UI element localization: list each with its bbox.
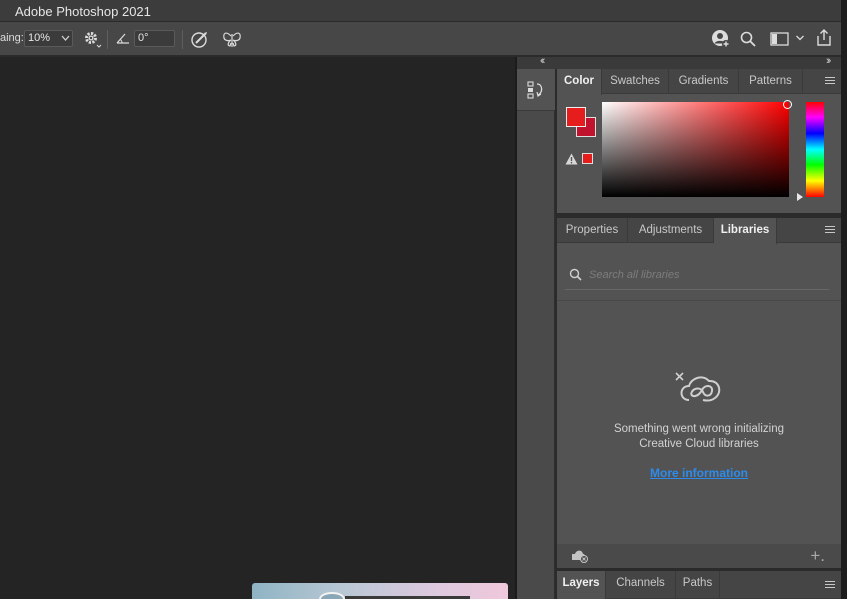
- error-line-2: Creative Cloud libraries: [639, 438, 759, 450]
- out-of-gamut-swatch[interactable]: [582, 153, 593, 164]
- divider: [557, 300, 841, 301]
- tab-properties[interactable]: Properties: [557, 218, 628, 243]
- collapse-left-icon[interactable]: ‹‹: [540, 55, 546, 67]
- tab-gradients[interactable]: Gradients: [669, 69, 739, 94]
- angle-icon: [115, 31, 131, 47]
- smoothing-label: aing:: [0, 32, 24, 44]
- workspace-icon[interactable]: [770, 31, 790, 47]
- panel-menu-icon[interactable]: [825, 77, 835, 85]
- tab-patterns[interactable]: Patterns: [739, 69, 803, 94]
- creative-cloud-error-icon: [673, 370, 725, 411]
- color-picker-marker[interactable]: [783, 100, 792, 109]
- history-icon[interactable]: [527, 80, 545, 100]
- library-error-message: Something went wrong initializing Creati…: [557, 422, 841, 452]
- color-panel: Color Swatches Gradients Patterns: [557, 69, 841, 213]
- foreground-color-swatch[interactable]: [566, 107, 586, 127]
- angle-input[interactable]: 0°: [134, 30, 175, 47]
- panel-menu-icon[interactable]: [825, 226, 835, 234]
- tab-paths[interactable]: Paths: [676, 571, 720, 599]
- smoothing-input[interactable]: 10%: [24, 30, 73, 47]
- add-icon[interactable]: +.: [810, 546, 825, 566]
- divider: [107, 30, 108, 49]
- chevron-down-icon[interactable]: [795, 33, 805, 43]
- gear-icon[interactable]: [83, 30, 103, 50]
- library-search-box[interactable]: [565, 262, 829, 290]
- document-canvas[interactable]: [0, 57, 515, 599]
- chevron-down-icon[interactable]: [61, 32, 70, 44]
- panel-collapse-bar: [517, 57, 841, 69]
- tab-adjustments[interactable]: Adjustments: [628, 218, 714, 243]
- pressure-opacity-icon[interactable]: [190, 30, 210, 50]
- color-panel-tabs: Color Swatches Gradients Patterns: [557, 69, 841, 95]
- layers-panel-tabs: Layers Channels Paths: [557, 571, 841, 599]
- search-icon[interactable]: [739, 30, 757, 48]
- options-bar: aing: 10% 0°: [0, 22, 841, 56]
- learn-user-icon[interactable]: [711, 29, 731, 49]
- window-title: Adobe Photoshop 2021: [15, 4, 151, 19]
- title-bar: Adobe Photoshop 2021: [0, 0, 847, 22]
- layers-panel: Layers Channels Paths: [557, 571, 841, 599]
- collapse-right-icon[interactable]: ››: [826, 55, 832, 67]
- color-picker-field[interactable]: [602, 102, 789, 197]
- tab-color[interactable]: Color: [557, 69, 602, 95]
- tab-swatches[interactable]: Swatches: [602, 69, 669, 94]
- thumbnail-knob: [319, 592, 345, 599]
- libraries-panel-tabs: Properties Adjustments Libraries: [557, 218, 841, 244]
- symmetry-butterfly-icon[interactable]: [222, 30, 242, 50]
- angle-value: 0°: [138, 32, 149, 44]
- more-information-link[interactable]: More information: [557, 466, 841, 480]
- search-icon: [569, 268, 582, 286]
- cloud-offline-icon[interactable]: [571, 549, 589, 568]
- hue-slider-handle[interactable]: [797, 193, 803, 201]
- libraries-footer: +.: [557, 544, 841, 568]
- hue-slider[interactable]: [806, 102, 824, 197]
- collapsed-panel-dock: [517, 69, 555, 599]
- library-search-input[interactable]: [589, 267, 819, 283]
- share-icon[interactable]: [815, 28, 833, 48]
- tab-layers[interactable]: Layers: [557, 571, 606, 599]
- divider: [182, 30, 183, 49]
- photoshop-window: Adobe Photoshop 2021 aing: 10% 0° ‹‹ ›› …: [0, 0, 847, 599]
- warning-icon[interactable]: [565, 152, 578, 170]
- libraries-panel: Properties Adjustments Libraries Somet: [557, 218, 841, 568]
- error-line-1: Something went wrong initializing: [613, 423, 785, 435]
- panel-menu-icon[interactable]: [825, 581, 835, 589]
- smoothing-value: 10%: [28, 32, 51, 44]
- tab-libraries[interactable]: Libraries: [714, 218, 777, 244]
- window-edge: [841, 0, 847, 599]
- tab-channels[interactable]: Channels: [606, 571, 676, 599]
